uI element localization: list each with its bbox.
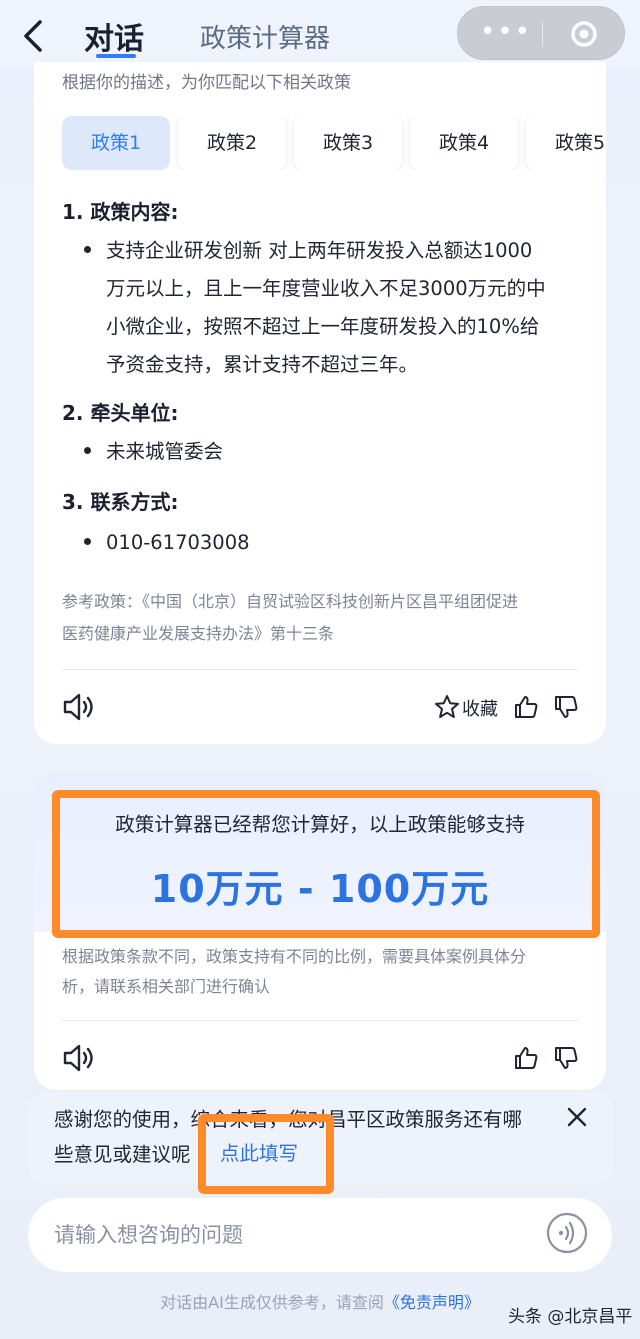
speaker-icon[interactable] — [62, 692, 96, 722]
match-intro-text: 根据你的描述，为你匹配以下相关政策 — [62, 73, 351, 93]
more-icon[interactable]: ••• — [480, 19, 532, 45]
tab-policy-calculator[interactable]: 政策计算器 — [200, 18, 330, 55]
note-line: 根据政策条款不同，政策支持有不同的比例，需要具体案例具体分 — [62, 947, 527, 966]
collect-button[interactable]: 收藏 — [462, 695, 498, 721]
disclaimer-text: 对话由AI生成仅供参考，请查阅 — [160, 1293, 384, 1312]
watermark: 头条 @北京昌平 — [508, 1307, 633, 1327]
card-divider — [62, 1020, 578, 1021]
policy-tab-5[interactable]: 政策5 — [526, 116, 606, 170]
policy-tab-4[interactable]: 政策4 — [410, 116, 518, 170]
lead-unit-value: 未来城管委会 — [106, 440, 224, 463]
policy-tabs: 政策1 政策2 政策3 政策4 政策5 — [62, 116, 606, 170]
note-line: 析，请联系相关部门进行确认 — [62, 977, 271, 996]
thumbs-up-icon[interactable] — [513, 1045, 539, 1071]
thumbs-down-icon[interactable] — [553, 1045, 579, 1071]
close-icon[interactable] — [564, 1104, 590, 1130]
contact-value: 010-61703008 — [106, 531, 250, 554]
section-contact-title: 3. 联系方式: — [62, 490, 179, 514]
highlight-box — [52, 790, 600, 938]
speaker-icon[interactable] — [62, 1043, 96, 1073]
calculator-note: 根据政策条款不同，政策支持有不同的比例，需要具体案例具体分 析，请联系相关部门进… — [62, 942, 582, 1002]
capsule-divider — [542, 21, 543, 47]
tab-chat[interactable]: 对话 — [84, 14, 144, 58]
bullet — [84, 246, 91, 253]
policy-content-line: 万元以上，且上一年度营业收入不足3000万元的中 — [106, 277, 546, 300]
policy-content-line: 小微企业，按照不超过上一年度研发投入的10%给 — [106, 315, 540, 338]
highlight-box — [198, 1114, 334, 1194]
reference-line: 医药健康产业发展支持办法》第十三条 — [62, 624, 335, 643]
voice-input-icon[interactable] — [545, 1211, 589, 1255]
reference-policy: 参考政策：《中国（北京）自贸试验区科技创新片区昌平组团促进 医药健康产业发展支持… — [62, 586, 582, 650]
thumbs-up-icon[interactable] — [513, 694, 539, 720]
policy-content-line: 予资金支持，累计支持不超过三年。 — [106, 353, 419, 376]
back-arrow-icon[interactable] — [20, 18, 48, 54]
thumbs-down-icon[interactable] — [553, 694, 579, 720]
policy-tab-1[interactable]: 政策1 — [62, 116, 170, 170]
miniprogram-capsule: ••• — [457, 6, 625, 60]
bullet — [84, 538, 91, 545]
policy-tab-2[interactable]: 政策2 — [178, 116, 286, 170]
policy-tab-3[interactable]: 政策3 — [294, 116, 402, 170]
tab-active-indicator — [96, 54, 136, 58]
reference-line: 参考政策：《中国（北京）自贸试验区科技创新片区昌平组团促进 — [62, 592, 519, 611]
close-miniprogram-icon[interactable] — [570, 20, 598, 48]
question-input-placeholder: 请输入想咨询的问题 — [54, 1223, 243, 1247]
star-icon[interactable] — [434, 694, 460, 720]
disclaimer-link[interactable]: 《免责声明》 — [384, 1293, 480, 1312]
card-divider — [62, 669, 578, 670]
section-lead-unit-title: 2. 牵头单位: — [62, 401, 179, 425]
section-policy-content-title: 1. 政策内容: — [62, 200, 179, 224]
bullet — [84, 447, 91, 454]
policy-content-line: 支持企业研发创新 对上两年研发投入总额达1000 — [106, 239, 533, 262]
